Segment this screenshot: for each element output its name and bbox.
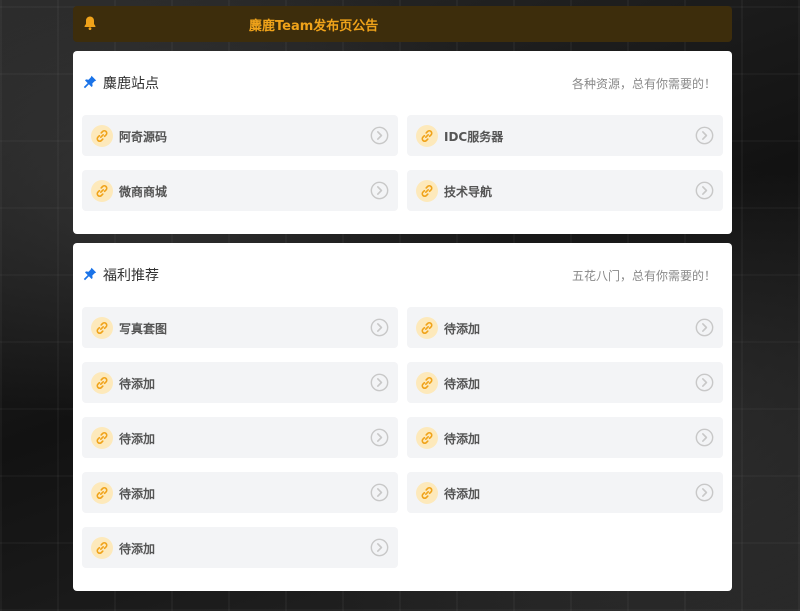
- link-icon: [416, 427, 438, 449]
- pin-icon: [83, 75, 97, 89]
- link-item-aqi-source[interactable]: 阿奇源码: [82, 115, 398, 156]
- link-icon: [416, 372, 438, 394]
- link-label: 待添加: [119, 432, 156, 446]
- section-header: 福利推荐 五花八门，总有你需要的！: [73, 243, 732, 303]
- pin-icon: [83, 267, 97, 281]
- announcement-bar[interactable]: 麋鹿Team发布页公告: [73, 6, 732, 42]
- link-label: 待添加: [444, 322, 481, 336]
- section-site: 麋鹿站点 各种资源，总有你需要的！ 阿奇源码 IDC服务器 微商商城 技术导航: [73, 51, 732, 234]
- bell-icon: [84, 16, 96, 30]
- link-item-placeholder[interactable]: 待添加: [407, 307, 723, 348]
- link-label: 待添加: [119, 542, 156, 556]
- link-icon: [91, 427, 113, 449]
- chevron-right-icon: [695, 318, 714, 337]
- link-icon: [416, 482, 438, 504]
- link-label: 阿奇源码: [119, 130, 168, 144]
- link-item-idc-server[interactable]: IDC服务器: [407, 115, 723, 156]
- link-icon: [416, 125, 438, 147]
- section-title: 福利推荐: [103, 268, 159, 284]
- link-item-wechat-mall[interactable]: 微商商城: [82, 170, 398, 211]
- section-header: 麋鹿站点 各种资源，总有你需要的！: [73, 51, 732, 111]
- chevron-right-icon: [370, 181, 389, 200]
- link-item-placeholder[interactable]: 待添加: [82, 472, 398, 513]
- link-item-placeholder[interactable]: 待添加: [407, 472, 723, 513]
- link-label: 微商商城: [119, 185, 168, 199]
- link-icon: [91, 372, 113, 394]
- link-item-placeholder[interactable]: 待添加: [82, 362, 398, 403]
- chevron-right-icon: [370, 428, 389, 447]
- link-item-photo-sets[interactable]: 写真套图: [82, 307, 398, 348]
- link-item-placeholder[interactable]: 待添加: [82, 527, 398, 568]
- link-label: 待添加: [119, 377, 156, 391]
- chevron-right-icon: [370, 538, 389, 557]
- section-subtitle: 五花八门，总有你需要的！: [571, 269, 716, 283]
- section-recommend: 福利推荐 五花八门，总有你需要的！ 写真套图 待添加 待添加 待添加 待添加 待…: [73, 243, 732, 591]
- section-subtitle: 各种资源，总有你需要的！: [571, 77, 716, 91]
- link-label: 待添加: [119, 487, 156, 501]
- link-icon: [416, 180, 438, 202]
- section-title: 麋鹿站点: [103, 76, 159, 92]
- link-label: 待添加: [444, 432, 481, 446]
- link-label: 待添加: [444, 487, 481, 501]
- link-item-placeholder[interactable]: 待添加: [407, 417, 723, 458]
- link-label: IDC服务器: [444, 130, 504, 144]
- link-icon: [91, 317, 113, 339]
- chevron-right-icon: [370, 373, 389, 392]
- chevron-right-icon: [370, 126, 389, 145]
- link-item-placeholder[interactable]: 待添加: [82, 417, 398, 458]
- link-icon: [416, 317, 438, 339]
- chevron-right-icon: [695, 181, 714, 200]
- link-label: 写真套图: [119, 322, 168, 336]
- announcement-text[interactable]: 麋鹿Team发布页公告: [249, 15, 378, 34]
- chevron-right-icon: [695, 373, 714, 392]
- chevron-right-icon: [695, 428, 714, 447]
- link-icon: [91, 180, 113, 202]
- link-icon: [91, 125, 113, 147]
- link-item-placeholder[interactable]: 待添加: [407, 362, 723, 403]
- chevron-right-icon: [695, 483, 714, 502]
- link-label: 待添加: [444, 377, 481, 391]
- chevron-right-icon: [370, 483, 389, 502]
- chevron-right-icon: [695, 126, 714, 145]
- link-item-tech-nav[interactable]: 技术导航: [407, 170, 723, 211]
- link-icon: [91, 537, 113, 559]
- link-label: 技术导航: [444, 185, 493, 199]
- link-icon: [91, 482, 113, 504]
- chevron-right-icon: [370, 318, 389, 337]
